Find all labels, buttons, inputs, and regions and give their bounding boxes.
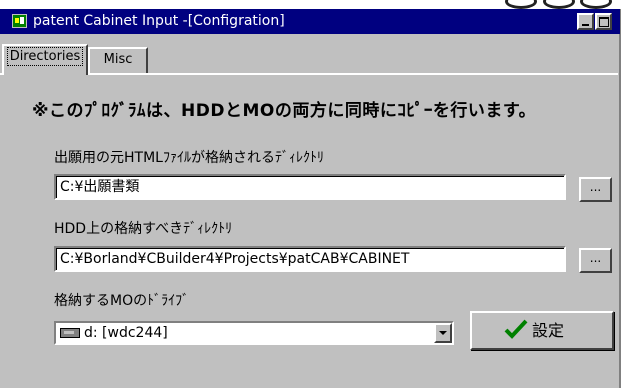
window-title: patent Cabinet Input -[Configration] bbox=[33, 13, 285, 29]
app-icon[interactable] bbox=[12, 14, 27, 28]
title-bar: patent Cabinet Input -[Configration] bbox=[0, 9, 620, 34]
hdd-dir-input[interactable]: C:¥Borland¥CBuilder4¥Projects¥patCAB¥CAB… bbox=[54, 246, 566, 272]
cropped-shape bbox=[505, 0, 537, 9]
hdd-dir-label: HDD上の格納すべきﾃﾞｨﾚｸﾄﾘ bbox=[54, 221, 233, 237]
source-dir-input[interactable]: C:¥出願書類 bbox=[54, 174, 566, 200]
cropped-shape bbox=[580, 0, 612, 9]
drive-select-value: d: [wdc244] bbox=[84, 325, 168, 341]
source-browse-button[interactable]: ... bbox=[579, 177, 612, 202]
drive-label: 格納するMOのﾄﾞﾗｲﾌﾞ bbox=[54, 293, 190, 309]
minimize-button[interactable] bbox=[577, 13, 594, 30]
hdd-browse-button[interactable]: ... bbox=[579, 248, 612, 273]
cropped-top-band bbox=[0, 0, 629, 9]
set-button-label: 設定 bbox=[532, 321, 565, 340]
drive-select[interactable]: d: [wdc244] bbox=[54, 321, 454, 345]
checkmark-icon bbox=[504, 319, 528, 339]
tab-misc-label: Misc bbox=[103, 52, 133, 67]
source-dir-label: 出願用の元HTMLﾌｧｲﾙが格納されるﾃﾞｨﾚｸﾄﾘ bbox=[54, 150, 324, 166]
tab-directories[interactable]: Directories bbox=[2, 44, 88, 75]
maximize-button[interactable] bbox=[595, 13, 612, 30]
drive-icon bbox=[60, 328, 80, 338]
tab-misc[interactable]: Misc bbox=[88, 47, 148, 73]
copy-notice: ※このﾌﾟﾛｸﾞﾗﾑは、HDDとMOの両方に同時にｺﾋﾟｰを行います。 bbox=[32, 101, 537, 121]
tab-directories-label: Directories bbox=[6, 47, 84, 66]
cropped-shape bbox=[543, 0, 575, 9]
set-button[interactable]: 設定 bbox=[470, 311, 614, 350]
chevron-down-icon[interactable] bbox=[434, 323, 452, 343]
